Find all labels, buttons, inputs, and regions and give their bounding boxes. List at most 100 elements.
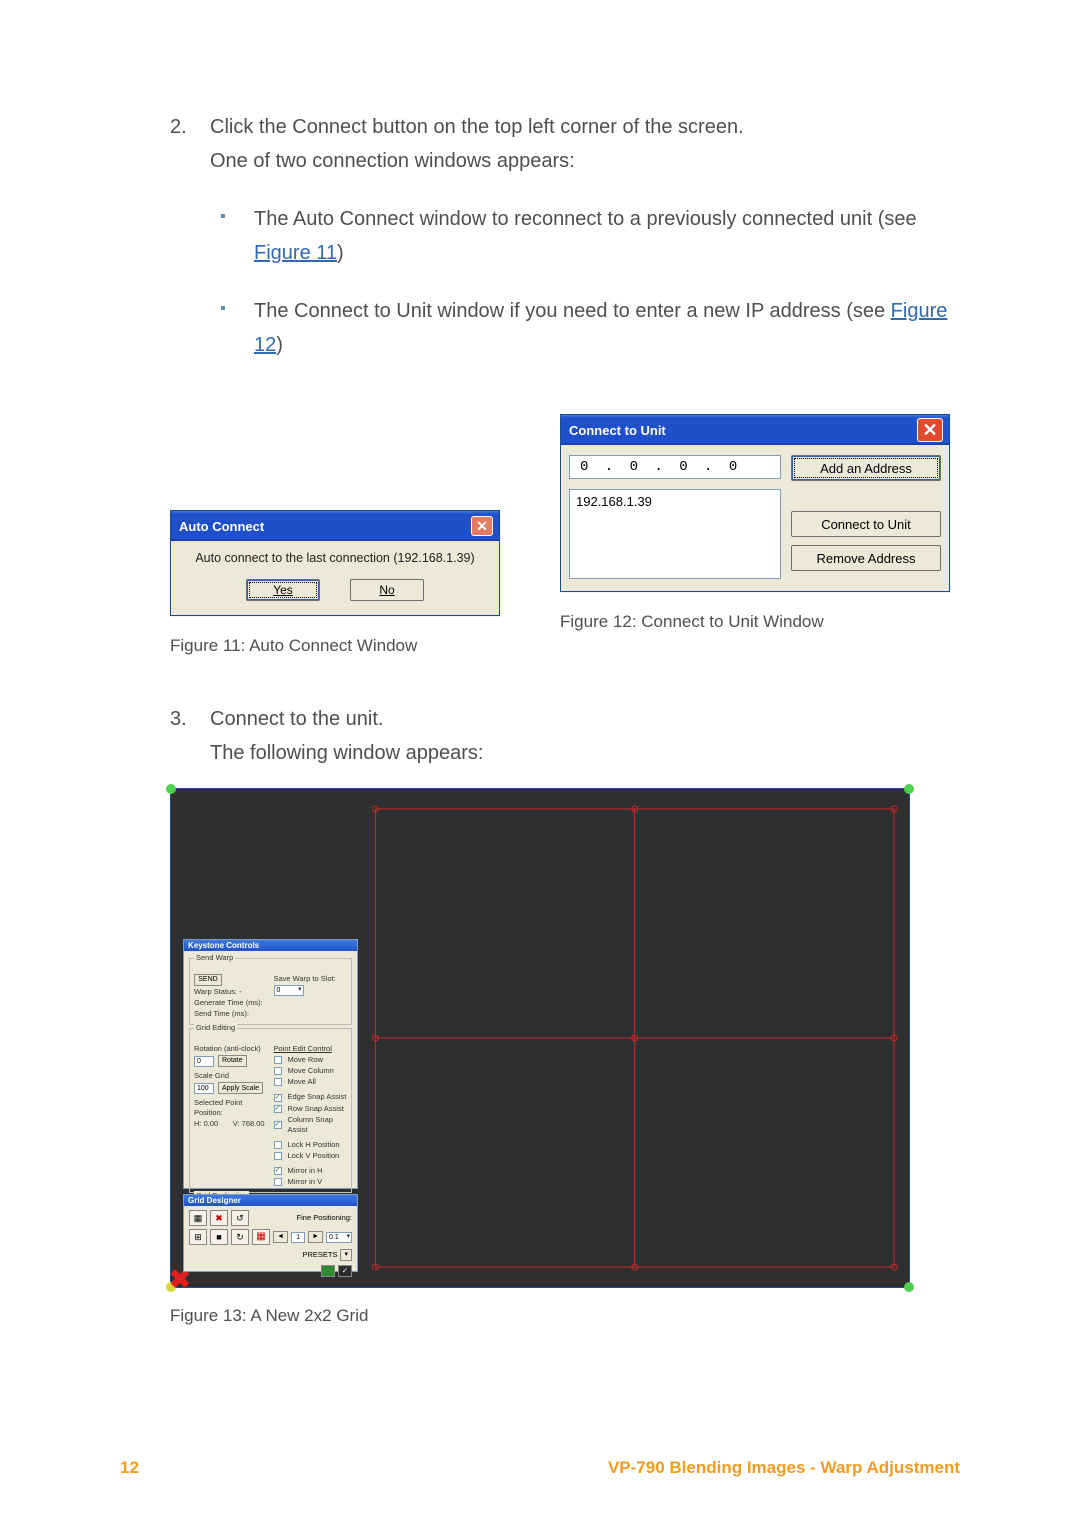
mirh-checkbox[interactable]: ✓: [274, 1167, 282, 1175]
move-all-label: Move All: [288, 1077, 348, 1087]
save-slot-select[interactable]: 0: [274, 985, 304, 996]
figure-11: Auto Connect ✕ Auto connect to the last …: [170, 414, 500, 656]
yes-button[interactable]: Yes: [246, 579, 320, 601]
send-time-label: Send Time (ms):: [194, 1009, 268, 1019]
mirh-label: Mirror in H: [288, 1166, 348, 1176]
pec-label: Point Edit Control: [274, 1044, 348, 1054]
bullet-mark-icon: ▪: [210, 202, 254, 270]
step-2-number: 2.: [170, 110, 210, 386]
rotation-label: Rotation (anti-clock): [194, 1044, 268, 1054]
step-3-line-1: Connect to the unit.: [210, 702, 950, 736]
no-button[interactable]: No: [350, 579, 424, 601]
step-3-number: 3.: [170, 702, 210, 770]
grid-screenshot: ✖ Keystone Controls Send Warp: [170, 788, 910, 1288]
bullet-1-post: ): [337, 242, 344, 264]
figure-13-caption: Figure 13: A New 2x2 Grid: [170, 1306, 950, 1326]
move-row-label: Move Row: [288, 1055, 348, 1065]
save-slot-label: Save Warp to Slot:: [274, 974, 348, 984]
figure-12: Connect to Unit ✕ 0 . 0 . 0 . 0 192.168.…: [560, 414, 950, 656]
ip-list-item[interactable]: 192.168.1.39: [576, 494, 774, 509]
lockh-checkbox[interactable]: [274, 1141, 282, 1149]
preset-dropdown[interactable]: ▾: [340, 1249, 352, 1261]
connect-to-unit-button[interactable]: Connect to Unit: [791, 511, 941, 537]
step-2: 2. Click the Connect button on the top l…: [170, 110, 950, 386]
esa-checkbox[interactable]: ✓: [274, 1094, 282, 1102]
close-icon[interactable]: ✕: [917, 418, 943, 442]
bullet-mark-icon: ▪: [210, 294, 254, 362]
move-col-label: Move Column: [288, 1066, 348, 1076]
rsa-label: Row Snap Assist: [288, 1104, 348, 1114]
bullet-1-pre: The Auto Connect window to reconnect to …: [254, 208, 917, 230]
move-col-checkbox[interactable]: [274, 1067, 282, 1075]
grid-editing-group: Grid Editing Rotation (anti-clock) 0Rota…: [189, 1028, 352, 1193]
fine-positioning-label: Fine Positioning:: [297, 1213, 352, 1223]
auto-connect-title: Auto Connect: [177, 519, 264, 534]
grid-designer-panel: Grid Designer ▦ ✖ ↺ Fine Positioning: ⊞: [183, 1194, 358, 1272]
sel-v: V: 768.00: [233, 1119, 268, 1129]
grid-designer-title: Grid Designer: [184, 1195, 357, 1206]
send-warp-group: Send Warp SEND Warp Status: - Generate T…: [189, 958, 352, 1025]
rotate-button[interactable]: Rotate: [218, 1055, 247, 1067]
rsa-checkbox[interactable]: ✓: [274, 1105, 282, 1113]
csa-checkbox[interactable]: ✓: [274, 1121, 282, 1129]
presets-label: PRESETS: [302, 1250, 337, 1260]
send-warp-legend: Send Warp: [194, 953, 235, 963]
esa-label: Edge Snap Assist: [288, 1092, 348, 1102]
gd-delete-icon[interactable]: ✖: [210, 1210, 228, 1226]
warp-status-label: Warp Status: -: [194, 987, 268, 997]
send-button[interactable]: SEND: [194, 974, 222, 986]
move-all-checkbox[interactable]: [274, 1078, 282, 1086]
bullet-2-pre: The Connect to Unit window if you need t…: [254, 300, 891, 322]
lockh-label: Lock H Position: [288, 1140, 348, 1150]
step-2-line-2: One of two connection windows appears:: [210, 144, 950, 178]
gd-tool-5-icon[interactable]: ■: [210, 1229, 228, 1245]
scale-input[interactable]: 100: [194, 1083, 214, 1094]
gd-tool-3-icon[interactable]: ↺: [231, 1210, 249, 1226]
auto-connect-window: Auto Connect ✕ Auto connect to the last …: [170, 510, 500, 616]
step-2-line-1: Click the Connect button on the top left…: [210, 110, 950, 144]
gd-tool-1-icon[interactable]: ▦: [189, 1210, 207, 1226]
gd-tool-6-icon[interactable]: ↻: [231, 1229, 249, 1245]
page-number: 12: [120, 1458, 139, 1478]
mirv-label: Mirror in V: [288, 1177, 348, 1187]
step-left-button[interactable]: ◄: [273, 1231, 288, 1243]
remove-address-button[interactable]: Remove Address: [791, 545, 941, 571]
rotation-input[interactable]: 0: [194, 1056, 214, 1067]
lockv-checkbox[interactable]: [274, 1152, 282, 1160]
mirv-checkbox[interactable]: [274, 1178, 282, 1186]
sel-h: H: 0.00: [194, 1119, 229, 1129]
fine-pos-select[interactable]: 0.1: [326, 1232, 352, 1243]
preset-save-icon[interactable]: ✓: [338, 1265, 352, 1277]
scale-label: Scale Grid: [194, 1071, 268, 1081]
lockv-label: Lock V Position: [288, 1151, 348, 1161]
keystone-title: Keystone Controls: [184, 940, 357, 951]
gd-grid-icon[interactable]: ▦: [252, 1229, 270, 1245]
move-row-checkbox[interactable]: [274, 1056, 282, 1064]
close-icon[interactable]: ✕: [471, 516, 493, 536]
add-address-button[interactable]: Add an Address: [791, 455, 941, 481]
step-3: 3. Connect to the unit. The following wi…: [170, 702, 950, 770]
csa-label: Column Snap Assist: [288, 1115, 348, 1135]
step-3-line-2: The following window appears:: [210, 736, 950, 770]
connect-to-unit-titlebar: Connect to Unit ✕: [561, 415, 949, 445]
figure-11-caption: Figure 11: Auto Connect Window: [170, 636, 417, 656]
selected-point-label: Selected Point Position:: [194, 1098, 268, 1118]
page-footer: 12 VP-790 Blending Images - Warp Adjustm…: [120, 1458, 960, 1478]
connect-to-unit-window: Connect to Unit ✕ 0 . 0 . 0 . 0 192.168.…: [560, 414, 950, 592]
ip-address-list[interactable]: 192.168.1.39: [569, 489, 781, 579]
auto-connect-titlebar: Auto Connect ✕: [171, 511, 499, 541]
footer-title: VP-790 Blending Images - Warp Adjustment: [608, 1458, 960, 1478]
gd-tool-4-icon[interactable]: ⊞: [189, 1229, 207, 1245]
apply-scale-button[interactable]: Apply Scale: [218, 1082, 263, 1094]
figure-12-caption: Figure 12: Connect to Unit Window: [560, 612, 824, 632]
link-figure-11[interactable]: Figure 11: [254, 242, 337, 264]
bullet-auto-connect: ▪ The Auto Connect window to reconnect t…: [210, 202, 950, 270]
ip-address-input[interactable]: 0 . 0 . 0 . 0: [569, 455, 781, 479]
step-right-button[interactable]: ►: [308, 1231, 323, 1243]
grid-editing-legend: Grid Editing: [194, 1023, 237, 1033]
auto-connect-message: Auto connect to the last connection (192…: [179, 551, 491, 565]
preset-green-icon[interactable]: [321, 1265, 335, 1277]
step-value[interactable]: 1: [291, 1232, 305, 1243]
bullet-2-post: ): [276, 334, 283, 356]
bullet-connect-to-unit: ▪ The Connect to Unit window if you need…: [210, 294, 950, 362]
